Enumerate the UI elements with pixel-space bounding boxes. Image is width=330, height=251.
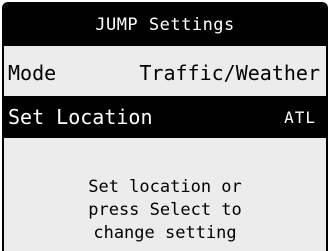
help-line: Set location or <box>88 177 242 197</box>
set-location-label: Set Location <box>8 105 153 129</box>
set-location-value: ATL <box>284 107 316 127</box>
mode-value: Traffic/Weather <box>139 61 320 85</box>
settings-screen: JUMP Settings Mode Traffic/Weather Set L… <box>2 2 328 251</box>
title-bar: JUMP Settings <box>4 4 326 46</box>
mode-row[interactable]: Mode Traffic/Weather <box>4 52 326 94</box>
page-title: JUMP Settings <box>95 15 235 35</box>
help-line: change setting <box>93 223 237 243</box>
help-text: Set location or press Select to change s… <box>4 176 326 245</box>
mode-label: Mode <box>8 61 57 85</box>
help-line: press Select to <box>88 200 242 220</box>
set-location-row[interactable]: Set Location ATL <box>4 96 326 138</box>
